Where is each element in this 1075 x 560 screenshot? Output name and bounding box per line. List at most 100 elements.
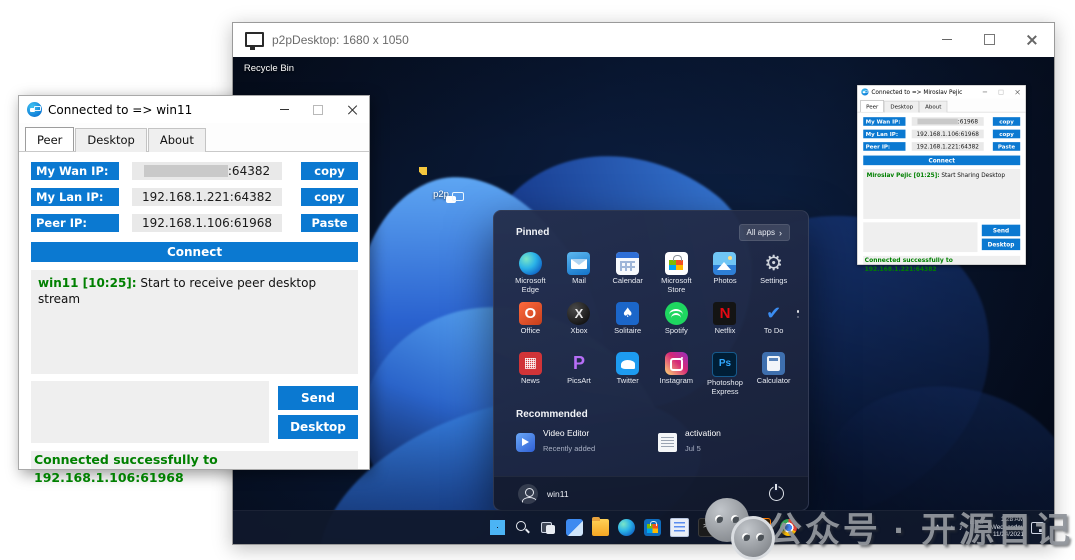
twitter-icon <box>616 352 639 375</box>
search-icon[interactable] <box>514 519 531 536</box>
wan-ip-value: :64382 <box>132 162 282 180</box>
wan-ip-label: My Wan IP: <box>31 162 119 180</box>
tab-peer[interactable]: Peer <box>860 100 884 112</box>
pinned-pagination-dots[interactable] <box>797 307 800 321</box>
widgets-icon[interactable] <box>566 519 583 536</box>
spotify-icon <box>665 302 688 325</box>
start-app-solitaire[interactable]: Solitaire <box>603 299 652 349</box>
monitor-icon <box>245 32 264 47</box>
start-app-netflix[interactable]: Netflix <box>701 299 750 349</box>
minimize-button[interactable] <box>267 96 301 123</box>
news-icon <box>519 352 542 375</box>
tab-about[interactable]: About <box>919 101 947 113</box>
start-app-mail[interactable]: Mail <box>555 249 604 299</box>
start-app-calendar[interactable]: Calendar <box>603 249 652 299</box>
close-button[interactable] <box>1010 25 1052 55</box>
maximize-button[interactable] <box>968 25 1010 55</box>
log-sender: win11 [10:25]: <box>38 276 137 290</box>
recommended-name: activation <box>685 428 721 438</box>
maximize-button[interactable] <box>301 96 335 123</box>
calculator-icon <box>762 352 785 375</box>
copy-lan-button[interactable]: copy <box>301 188 358 206</box>
close-button[interactable] <box>1009 85 1025 98</box>
edge-icon[interactable] <box>618 519 635 536</box>
copy-wan-button[interactable]: copy <box>301 162 358 180</box>
start-app-picsart[interactable]: PicsArt <box>555 349 604 399</box>
store-icon <box>665 252 688 275</box>
recommended-name: Video Editor <box>543 428 595 438</box>
close-icon <box>347 105 357 115</box>
copy-wan-button[interactable]: copy <box>993 117 1020 126</box>
message-input[interactable] <box>31 381 269 443</box>
user-avatar[interactable] <box>518 484 538 504</box>
start-app-to-do[interactable]: To Do <box>749 299 798 349</box>
app-label: Twitter <box>603 377 652 386</box>
start-menu: Pinned All apps Microsoft EdgeMailCalend… <box>493 210 809 511</box>
start-app-xbox[interactable]: Xbox <box>555 299 604 349</box>
app-label: Microsoft Store <box>652 277 701 294</box>
app-label: Settings <box>749 277 798 286</box>
lan-ip-value: 192.168.1.106:61968 <box>912 130 984 139</box>
tab-about[interactable]: About <box>148 128 206 152</box>
start-app-spotify[interactable]: Spotify <box>652 299 701 349</box>
tab-desktop[interactable]: Desktop <box>885 101 919 113</box>
desktop-icon-recycle-bin[interactable]: Recycle Bin <box>237 61 301 74</box>
start-app-twitter[interactable]: Twitter <box>603 349 652 399</box>
send-button[interactable]: Send <box>278 386 358 410</box>
main-titlebar[interactable]: Connected to => win11 <box>19 96 369 123</box>
start-app-photos[interactable]: Photos <box>701 249 750 299</box>
solitaire-icon <box>616 302 639 325</box>
tab-peer[interactable]: Peer <box>25 127 74 151</box>
notepad-icon[interactable] <box>670 518 689 537</box>
minimize-icon <box>280 109 289 110</box>
message-input[interactable] <box>863 222 977 252</box>
copy-lan-button[interactable]: copy <box>993 130 1020 139</box>
chevron-right-icon <box>779 228 782 238</box>
wechat-mascot-icon <box>705 498 767 556</box>
app-label: Mail <box>555 277 604 286</box>
start-app-office[interactable]: Office <box>506 299 555 349</box>
paste-button[interactable]: Paste <box>301 214 358 232</box>
start-app-instagram[interactable]: Instagram <box>652 349 701 399</box>
pinned-heading: Pinned <box>516 227 549 238</box>
tab-desktop[interactable]: Desktop <box>75 128 146 152</box>
start-icon[interactable] <box>490 520 505 535</box>
maximize-button[interactable] <box>993 85 1009 98</box>
status-bar: Connected successfully to 192.168.1.221:… <box>863 256 1020 265</box>
start-app-news[interactable]: News <box>506 349 555 399</box>
psexpress-icon <box>712 352 737 377</box>
start-app-photoshop-express[interactable]: Photoshop Express <box>701 349 750 399</box>
close-button[interactable] <box>335 96 369 123</box>
peer-ip-label: Peer IP: <box>863 142 905 151</box>
minimize-button[interactable] <box>977 85 993 98</box>
app-label: Spotify <box>652 327 701 336</box>
file-explorer-icon[interactable] <box>592 519 609 536</box>
task-view-icon[interactable] <box>540 519 557 536</box>
wan-ip-label: My Wan IP: <box>863 117 905 126</box>
start-app-microsoft-store[interactable]: Microsoft Store <box>652 249 701 299</box>
recommended-item-activation[interactable]: activation Jul 5 <box>658 428 800 456</box>
connect-button[interactable]: Connect <box>863 156 1020 166</box>
minimize-button[interactable] <box>926 25 968 55</box>
connect-button[interactable]: Connect <box>31 242 358 262</box>
start-app-microsoft-edge[interactable]: Microsoft Edge <box>506 249 555 299</box>
app-label: Photoshop Express <box>701 379 750 396</box>
user-name[interactable]: win11 <box>547 489 569 499</box>
log-message: Start Sharing Desktop <box>940 172 1005 179</box>
start-app-settings[interactable]: Settings <box>749 249 798 299</box>
desktop-button[interactable]: Desktop <box>982 239 1020 251</box>
app-label: Photos <box>701 277 750 286</box>
p2p-app-icon <box>861 88 868 95</box>
desktop-icon-p2p[interactable]: p2p <box>409 187 473 200</box>
store-icon[interactable] <box>644 519 661 536</box>
text-document-icon <box>658 433 677 452</box>
recommended-item-video-editor[interactable]: Video Editor Recently added <box>516 428 658 456</box>
viewer-titlebar[interactable]: p2pDesktop: 1680 x 1050 <box>233 23 1054 56</box>
mail-icon <box>567 252 590 275</box>
paste-button[interactable]: Paste <box>993 142 1020 151</box>
send-button[interactable]: Send <box>982 225 1020 237</box>
remote-titlebar[interactable]: Connected to => Miroslav Pejic <box>857 85 1025 98</box>
desktop-button[interactable]: Desktop <box>278 415 358 439</box>
all-apps-button[interactable]: All apps <box>739 224 790 241</box>
start-app-calculator[interactable]: Calculator <box>749 349 798 399</box>
